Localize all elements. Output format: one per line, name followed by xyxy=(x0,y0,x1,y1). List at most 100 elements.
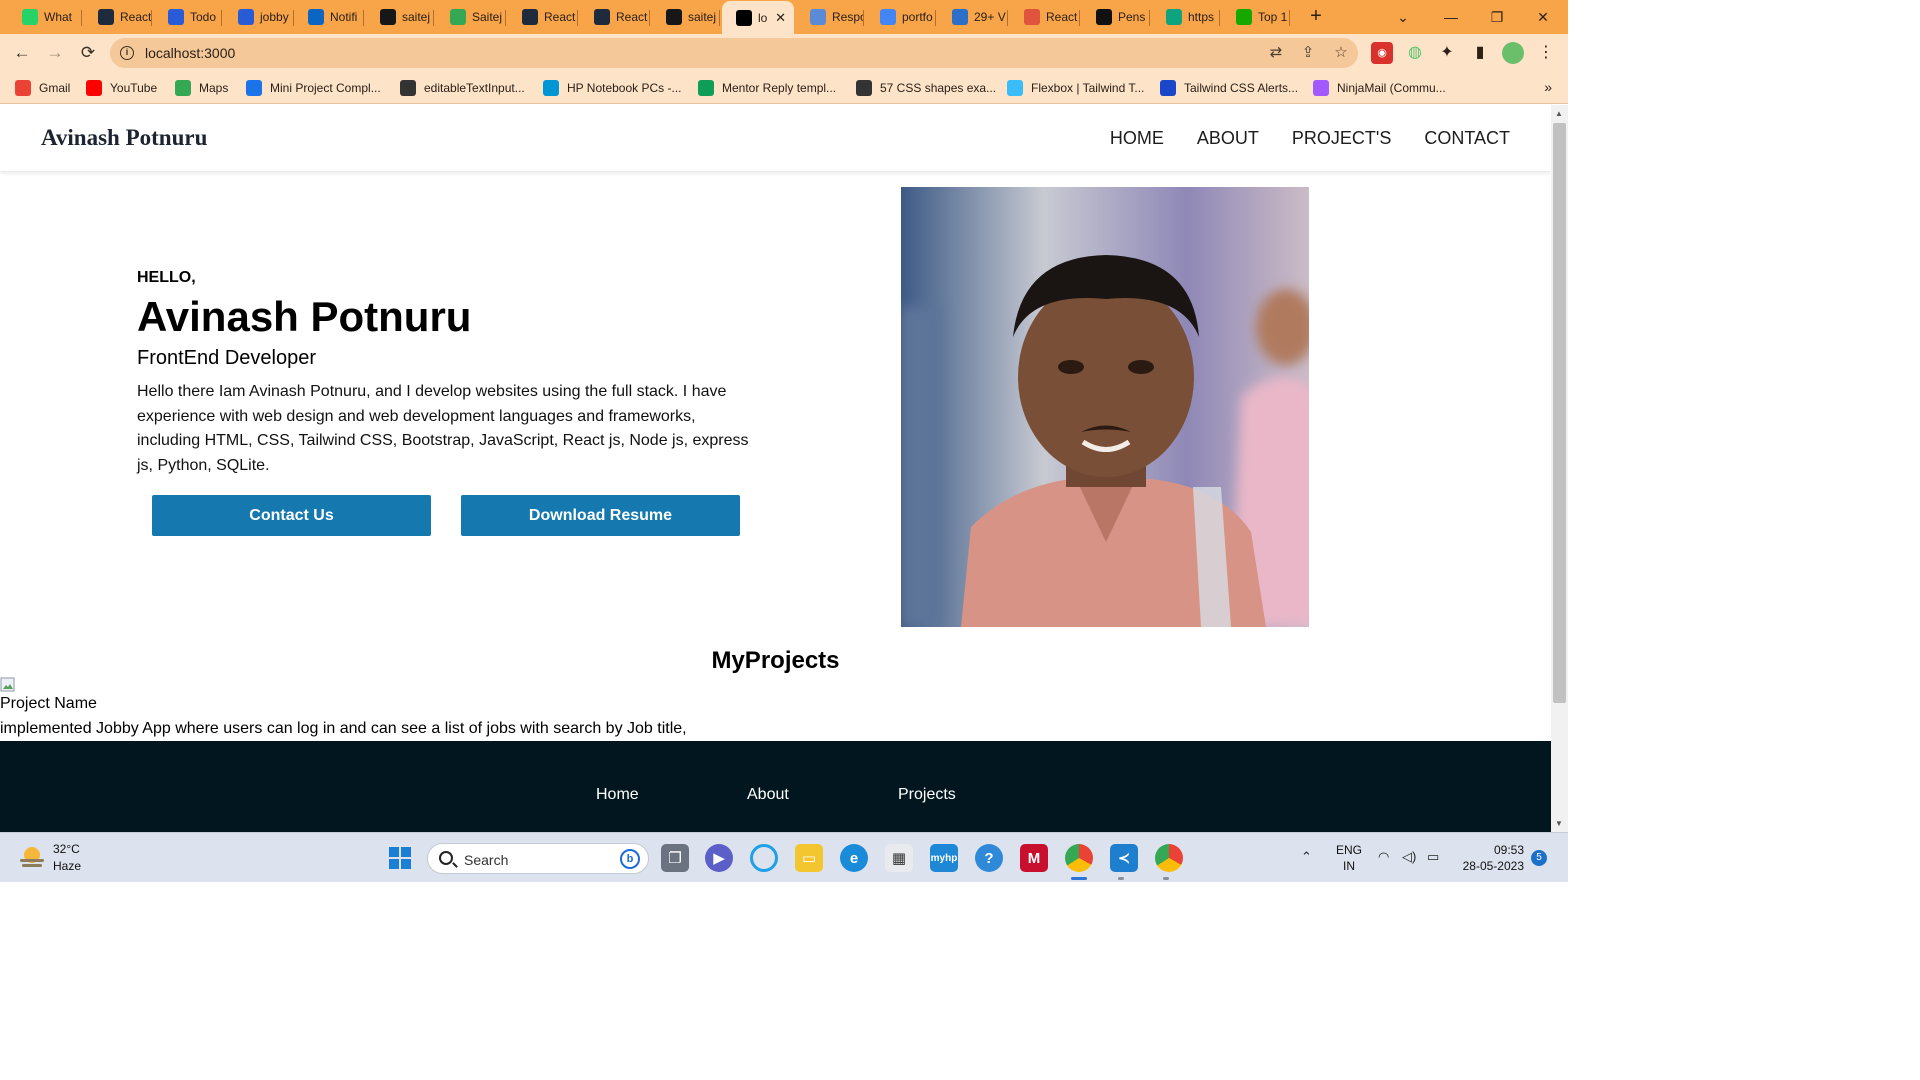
browser-tab[interactable]: lo ✕ xyxy=(722,1,794,34)
tab-title: Todo xyxy=(190,10,217,24)
share-icon[interactable]: ⇪ xyxy=(1299,44,1317,62)
extension-icon[interactable]: ◍ xyxy=(1404,42,1426,64)
hp-icon xyxy=(543,80,559,96)
teams-chat-icon[interactable]: ▶ xyxy=(705,844,733,872)
browser-tab[interactable]: portfo xyxy=(866,3,936,31)
side-panel-icon[interactable]: ▮ xyxy=(1469,42,1491,64)
wifi-icon[interactable]: ◠ xyxy=(1378,849,1389,865)
profile-avatar[interactable] xyxy=(1502,42,1524,64)
site-info-icon[interactable]: i xyxy=(120,46,134,60)
extension-icon[interactable]: ◉ xyxy=(1371,42,1393,64)
tab-separator xyxy=(1079,10,1080,26)
footer-home-link[interactable]: Home xyxy=(596,786,639,804)
bookmark-item[interactable]: NinjaMail (Commu... xyxy=(1313,78,1446,98)
browser-tab[interactable]: Notifi xyxy=(294,3,364,31)
extensions-puzzle-icon[interactable]: ✦ xyxy=(1436,42,1458,64)
hp-support-icon[interactable]: ? xyxy=(975,844,1003,872)
browser-tab[interactable]: React xyxy=(84,3,152,31)
browser-tab[interactable]: Pens xyxy=(1082,3,1150,31)
back-icon[interactable]: ← xyxy=(10,41,34,65)
restore-icon[interactable]: ❐ xyxy=(1474,0,1520,34)
browser-tab[interactable]: Saitej xyxy=(436,3,506,31)
chrome-profile-icon[interactable] xyxy=(1155,844,1183,872)
forward-icon[interactable]: → xyxy=(43,41,67,65)
bookmark-star-icon[interactable]: ☆ xyxy=(1332,44,1350,62)
url-text[interactable]: localhost:3000 xyxy=(145,45,235,61)
bookmark-item[interactable]: YouTube xyxy=(86,78,157,98)
sheets-icon xyxy=(698,80,714,96)
browser-tab[interactable]: 29+ V xyxy=(938,3,1008,31)
menu-kebab-icon[interactable]: ⋮ xyxy=(1535,42,1557,64)
projects-heading: MyProjects xyxy=(711,647,840,674)
new-tab-button[interactable]: + xyxy=(1306,5,1326,27)
bitbucket-icon xyxy=(238,9,254,25)
mcafee-icon[interactable]: M xyxy=(1020,844,1048,872)
browser-tab[interactable]: React xyxy=(1010,3,1080,31)
bookmark-item[interactable]: HP Notebook PCs -... xyxy=(543,78,682,98)
browser-tab[interactable]: Todo xyxy=(154,3,222,31)
footer-about-link[interactable]: About xyxy=(747,786,789,804)
edge-icon[interactable]: e xyxy=(840,844,868,872)
reload-icon[interactable]: ⟳ xyxy=(76,41,100,65)
nav-home-link[interactable]: HOME xyxy=(1110,128,1164,149)
bookmark-item[interactable]: 57 CSS shapes exa... xyxy=(856,78,996,98)
bookmark-item[interactable]: Mini Project Compl... xyxy=(246,78,381,98)
download-resume-button[interactable]: Download Resume xyxy=(461,495,740,536)
footer-projects-link[interactable]: Projects xyxy=(898,786,956,804)
browser-tab[interactable]: https xyxy=(1152,3,1220,31)
browser-tab[interactable]: saitej xyxy=(652,3,720,31)
weather-haze-icon[interactable] xyxy=(18,845,46,871)
tab-separator xyxy=(505,10,506,26)
browser-tab[interactable]: React xyxy=(580,3,650,31)
page-scrollbar[interactable]: ▲ ▼ xyxy=(1551,105,1568,832)
bookmark-item[interactable]: Mentor Reply templ... xyxy=(698,78,836,98)
bookmark-item[interactable]: Tailwind CSS Alerts... xyxy=(1160,78,1298,98)
close-tab-icon[interactable]: ✕ xyxy=(775,10,786,26)
notification-badge[interactable]: 5 xyxy=(1531,850,1547,866)
scroll-down-icon[interactable]: ▼ xyxy=(1555,819,1563,828)
bookmark-item[interactable]: Gmail xyxy=(15,78,70,98)
weather-temperature[interactable]: 32°C xyxy=(53,842,80,856)
search-icon xyxy=(439,851,453,865)
browser-tab[interactable]: Respo xyxy=(796,3,864,31)
browser-tab[interactable]: What xyxy=(8,3,82,31)
nav-contact-link[interactable]: CONTACT xyxy=(1424,128,1510,149)
task-view-icon[interactable]: ❐ xyxy=(661,844,689,872)
scrollbar-thumb[interactable] xyxy=(1553,123,1566,703)
bookmark-label: Mini Project Compl... xyxy=(270,81,381,95)
file-explorer-icon[interactable]: ▭ xyxy=(795,844,823,872)
browser-tab[interactable]: jobby xyxy=(224,3,294,31)
cortana-icon[interactable] xyxy=(750,844,778,872)
close-window-icon[interactable]: ✕ xyxy=(1520,0,1566,34)
browser-tab[interactable]: saitej xyxy=(366,3,434,31)
tab-separator xyxy=(363,10,364,26)
contact-us-button[interactable]: Contact Us xyxy=(152,495,431,536)
site-brand[interactable]: Avinash Potnuru xyxy=(41,125,207,151)
tray-chevron-icon[interactable]: ⌃ xyxy=(1301,849,1312,865)
nav-projects-link[interactable]: PROJECT'S xyxy=(1292,128,1391,149)
vscode-icon[interactable]: ≺ xyxy=(1110,844,1138,872)
browser-tab[interactable]: React xyxy=(508,3,578,31)
taskbar-search[interactable]: Search b xyxy=(427,843,649,874)
minimize-icon[interactable]: — xyxy=(1428,0,1474,34)
windows-start-icon[interactable] xyxy=(386,844,414,872)
browser-tab[interactable]: Top 1 xyxy=(1222,3,1290,31)
bing-icon[interactable]: b xyxy=(620,849,640,869)
bookmark-item[interactable]: Flexbox | Tailwind T... xyxy=(1007,78,1144,98)
battery-icon[interactable]: ▭ xyxy=(1427,849,1439,865)
nav-about-link[interactable]: ABOUT xyxy=(1197,128,1259,149)
scroll-up-icon[interactable]: ▲ xyxy=(1555,109,1563,118)
language-indicator[interactable]: ENG IN xyxy=(1336,842,1362,874)
chrome-icon[interactable] xyxy=(1065,844,1093,872)
microsoft-store-icon[interactable]: ▦ xyxy=(885,844,913,872)
more-bookmarks-icon[interactable]: » xyxy=(1544,79,1552,95)
translate-icon[interactable]: ⇄ xyxy=(1267,44,1285,62)
system-clock[interactable]: 09:53 28-05-2023 xyxy=(1460,842,1524,874)
bookmark-item[interactable]: Maps xyxy=(175,78,228,98)
tab-search-icon[interactable]: ⌄ xyxy=(1380,0,1426,34)
volume-icon[interactable]: ◁) xyxy=(1402,849,1416,865)
weather-description[interactable]: Haze xyxy=(53,859,81,873)
address-bar[interactable]: i localhost:3000 ⇄ ⇪ ☆ xyxy=(110,38,1358,68)
myhp-icon[interactable]: myhp xyxy=(930,844,958,872)
bookmark-item[interactable]: editableTextInput... xyxy=(400,78,525,98)
